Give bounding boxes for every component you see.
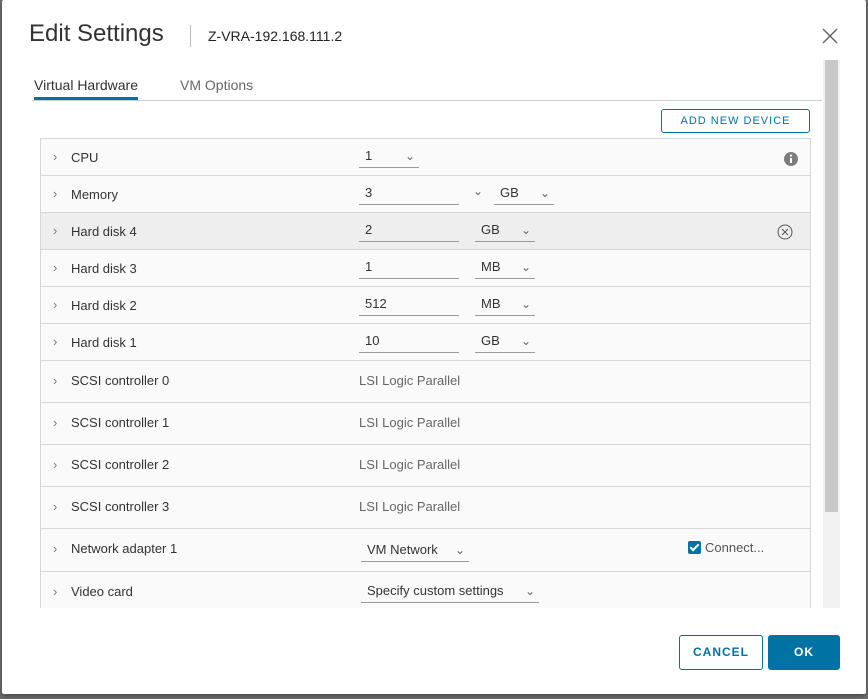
device-row-video-card: › Video card Specify custom settings ⌄ xyxy=(41,572,810,608)
tab-vm-options[interactable]: VM Options xyxy=(180,77,253,99)
device-row-hard-disk-3: › Hard disk 3 1 MB ⌄ xyxy=(41,250,810,287)
chevron-right-icon[interactable]: › xyxy=(53,260,57,275)
cancel-button[interactable]: CANCEL xyxy=(679,635,763,670)
device-label: CPU xyxy=(71,150,99,165)
tab-virtual-hardware[interactable]: Virtual Hardware xyxy=(34,77,139,100)
chevron-right-icon[interactable]: › xyxy=(53,334,57,349)
chevron-right-icon[interactable]: › xyxy=(53,584,57,599)
chevron-down-icon: ⌄ xyxy=(520,334,531,348)
hard-disk-3-unit-select[interactable]: MB ⌄ xyxy=(475,257,535,279)
device-label: Video card xyxy=(71,584,133,599)
select-value: 1 xyxy=(365,148,373,163)
chevron-right-icon[interactable]: › xyxy=(53,415,57,430)
chevron-right-icon[interactable]: › xyxy=(53,186,57,201)
chevron-down-icon: ⌄ xyxy=(524,584,535,598)
chevron-right-icon[interactable]: › xyxy=(53,457,57,472)
chevron-down-icon: ⌄ xyxy=(520,297,531,311)
device-row-network-adapter-1: › Network adapter 1 VM Network ⌄ Connect… xyxy=(41,529,810,572)
hard-disk-2-unit-select[interactable]: MB ⌄ xyxy=(475,294,535,316)
chevron-down-icon: ⌄ xyxy=(404,149,415,163)
hard-disk-4-size-input[interactable]: 2 xyxy=(359,220,459,242)
memory-size-input[interactable]: 3 xyxy=(359,183,459,205)
connect-label: Connect... xyxy=(705,540,765,555)
connect-checkbox[interactable]: Connect... xyxy=(688,540,764,555)
scsi-controller-type: LSI Logic Parallel xyxy=(359,499,461,514)
device-label: Hard disk 3 xyxy=(71,261,137,276)
select-value: GB xyxy=(481,333,500,348)
device-row-hard-disk-4: › Hard disk 4 2 GB ⌄ xyxy=(41,213,810,250)
select-value: GB xyxy=(500,185,519,200)
scsi-controller-type: LSI Logic Parallel xyxy=(359,415,461,430)
device-row-hard-disk-2: › Hard disk 2 512 MB ⌄ xyxy=(41,287,810,324)
device-label: Hard disk 2 xyxy=(71,298,137,313)
network-select[interactable]: VM Network ⌄ xyxy=(361,540,469,562)
device-label: Network adapter 1 xyxy=(71,541,178,556)
chevron-right-icon[interactable]: › xyxy=(53,223,57,238)
chevron-right-icon[interactable]: › xyxy=(53,297,57,312)
chevron-down-icon[interactable]: ⌄ xyxy=(473,184,483,198)
tab-bar: Virtual Hardware VM Options xyxy=(32,76,822,101)
select-value: VM Network xyxy=(367,542,438,557)
select-value: Specify custom settings xyxy=(367,583,504,598)
chevron-right-icon[interactable]: › xyxy=(53,149,57,164)
hard-disk-1-size-input[interactable]: 10 xyxy=(359,331,459,353)
hard-disk-1-unit-select[interactable]: GB ⌄ xyxy=(475,331,535,353)
device-list: › CPU 1 ⌄ › Memory 3 ⌄ GB ⌄ › Hard disk … xyxy=(40,138,811,608)
chevron-down-icon: ⌄ xyxy=(454,543,465,557)
add-new-device-button[interactable]: ADD NEW DEVICE xyxy=(661,109,810,133)
chevron-down-icon: ⌄ xyxy=(520,260,531,274)
device-label: SCSI controller 0 xyxy=(71,373,170,388)
chevron-right-icon[interactable]: › xyxy=(53,499,57,514)
select-value: MB xyxy=(481,296,501,311)
device-row-scsi-controller-3: › SCSI controller 3 LSI Logic Parallel xyxy=(41,487,810,529)
dialog-title: Edit Settings xyxy=(29,20,164,47)
checkbox-checked-icon[interactable] xyxy=(688,541,701,554)
ok-button[interactable]: OK xyxy=(768,635,840,670)
info-icon[interactable] xyxy=(783,151,799,167)
memory-unit-select[interactable]: GB ⌄ xyxy=(494,183,554,205)
device-row-scsi-controller-0: › SCSI controller 0 LSI Logic Parallel xyxy=(41,361,810,403)
title-separator xyxy=(190,25,191,47)
device-label: Hard disk 4 xyxy=(71,224,137,239)
chevron-down-icon: ⌄ xyxy=(520,223,531,237)
device-label: SCSI controller 1 xyxy=(71,415,170,430)
cpu-count-select[interactable]: 1 ⌄ xyxy=(359,146,419,168)
scsi-controller-type: LSI Logic Parallel xyxy=(359,457,461,472)
device-row-scsi-controller-2: › SCSI controller 2 LSI Logic Parallel xyxy=(41,445,810,487)
remove-device-icon[interactable] xyxy=(777,224,793,240)
scrollbar-thumb[interactable] xyxy=(825,60,838,512)
chevron-right-icon[interactable]: › xyxy=(53,541,57,556)
device-row-scsi-controller-1: › SCSI controller 1 LSI Logic Parallel xyxy=(41,403,810,445)
device-row-memory: › Memory 3 ⌄ GB ⌄ xyxy=(41,176,810,213)
device-label: Hard disk 1 xyxy=(71,335,137,350)
device-label: Memory xyxy=(71,187,118,202)
hard-disk-3-size-input[interactable]: 1 xyxy=(359,257,459,279)
device-row-hard-disk-1: › Hard disk 1 10 GB ⌄ xyxy=(41,324,810,361)
device-label: SCSI controller 3 xyxy=(71,499,170,514)
hard-disk-2-size-input[interactable]: 512 xyxy=(359,294,459,316)
scsi-controller-type: LSI Logic Parallel xyxy=(359,373,461,388)
chevron-right-icon[interactable]: › xyxy=(53,373,57,388)
device-label: SCSI controller 2 xyxy=(71,457,170,472)
chevron-down-icon: ⌄ xyxy=(539,186,550,200)
close-icon[interactable] xyxy=(820,26,840,46)
device-row-cpu: › CPU 1 ⌄ xyxy=(41,139,810,176)
video-card-settings-select[interactable]: Specify custom settings ⌄ xyxy=(361,581,539,603)
hard-disk-4-unit-select[interactable]: GB ⌄ xyxy=(475,220,535,242)
select-value: GB xyxy=(481,222,500,237)
select-value: MB xyxy=(481,259,501,274)
edit-settings-dialog: Edit Settings Z-VRA-192.168.111.2 Virtua… xyxy=(2,0,866,694)
vm-name: Z-VRA-192.168.111.2 xyxy=(208,28,343,44)
